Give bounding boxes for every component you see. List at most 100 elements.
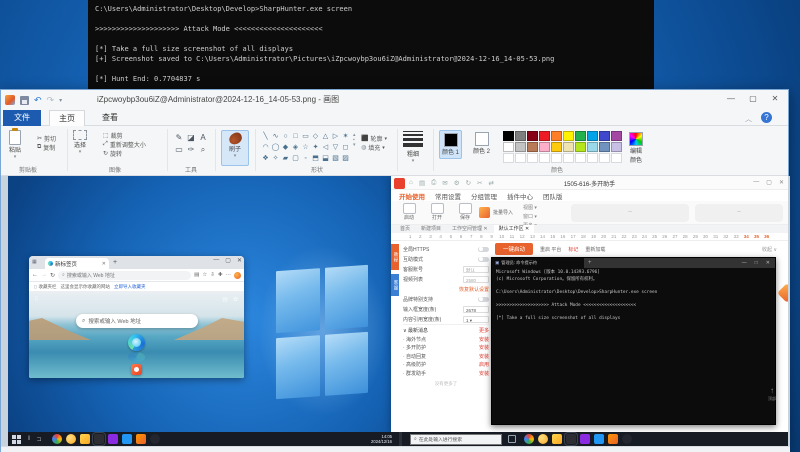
plugin-action-link[interactable]: 启用 bbox=[479, 361, 489, 368]
palette-color[interactable] bbox=[599, 131, 610, 141]
app-menu-item[interactable]: 开始使用 bbox=[399, 191, 425, 201]
terminal-minimize-button[interactable]: — bbox=[742, 260, 747, 266]
shape-icon[interactable]: ◁ bbox=[321, 142, 330, 153]
tab-file[interactable]: 文件 bbox=[3, 110, 41, 126]
close-button[interactable]: ✕ bbox=[764, 90, 786, 108]
tool-icon-4[interactable]: ✑ bbox=[185, 144, 197, 156]
app-ribbon-button[interactable]: 启动 bbox=[397, 203, 421, 221]
toggle-switch[interactable] bbox=[478, 247, 489, 252]
shape-icon[interactable]: ╲ bbox=[261, 131, 270, 142]
paste-button[interactable]: 粘贴 ▾ bbox=[9, 130, 21, 160]
edge-close-button[interactable]: ✕ bbox=[237, 257, 242, 264]
maximize-button[interactable]: ▢ bbox=[742, 90, 764, 108]
shape-icon[interactable]: ❖ bbox=[261, 153, 270, 164]
shape-icon[interactable]: ☆ bbox=[301, 142, 310, 153]
rotate-button[interactable]: ↻ 旋转 bbox=[103, 149, 146, 158]
tool-icon-3[interactable]: ▭ bbox=[173, 144, 185, 156]
vscode-icon[interactable] bbox=[122, 434, 132, 444]
help-icon[interactable]: ? bbox=[761, 112, 772, 123]
chrome-icon[interactable] bbox=[524, 434, 534, 444]
tab-view[interactable]: 查看 bbox=[93, 110, 127, 126]
save-icon[interactable] bbox=[20, 96, 29, 105]
shape-icon[interactable]: △ bbox=[321, 131, 330, 142]
palette-color[interactable] bbox=[611, 142, 622, 152]
app-document-tab[interactable]: 工作空间管理 ✕ bbox=[447, 225, 493, 233]
app-menu-item[interactable]: 插件中心 bbox=[507, 191, 533, 201]
plugin-action-link[interactable]: 安装 bbox=[479, 344, 489, 351]
select-button[interactable]: 选择 ▾ bbox=[73, 130, 87, 155]
edge-minimize-button[interactable]: — bbox=[213, 257, 219, 264]
palette-color[interactable] bbox=[515, 142, 526, 152]
edge-toolbar-icon-1[interactable]: ☆ bbox=[202, 272, 207, 278]
palette-color[interactable] bbox=[563, 131, 574, 141]
palette-empty-slot[interactable] bbox=[527, 153, 538, 163]
palette-empty-slot[interactable] bbox=[503, 153, 514, 163]
app-minimize-button[interactable]: — bbox=[753, 179, 759, 186]
shape-icon[interactable]: ▷ bbox=[331, 131, 340, 142]
cut-button[interactable]: ✂ 剪切 bbox=[37, 134, 56, 143]
shape-icon[interactable]: ▽ bbox=[331, 142, 340, 153]
collapse-link[interactable]: 收起 ∨ bbox=[762, 246, 785, 253]
app-document-tab[interactable]: 首页 bbox=[395, 225, 415, 233]
start-button[interactable] bbox=[12, 435, 21, 444]
palette-color[interactable] bbox=[515, 131, 526, 141]
edge-toolbar-icon-0[interactable]: ▤ bbox=[194, 272, 199, 278]
more-link[interactable]: 更多 bbox=[479, 327, 489, 334]
center-search-box[interactable]: ⌕ 搜索或输入 Web 地址 bbox=[76, 314, 198, 328]
shape-icon[interactable]: ◦ bbox=[301, 153, 310, 164]
terminal-maximize-button[interactable]: □ bbox=[755, 260, 758, 266]
app-menu-item[interactable]: 团队版 bbox=[543, 191, 563, 201]
palette-color[interactable] bbox=[551, 142, 562, 152]
chrome-beta-icon[interactable] bbox=[538, 434, 548, 444]
shape-icon[interactable]: □ bbox=[291, 131, 300, 142]
crop-button[interactable]: ⬚ 裁剪 bbox=[103, 131, 146, 140]
address-bar[interactable]: ⌕ 搜索或输入 Web 地址 bbox=[58, 271, 191, 280]
shapes-scroll[interactable]: ▴▪▾ bbox=[353, 133, 356, 148]
shape-icon[interactable]: ◻ bbox=[341, 142, 350, 153]
tab-actions-icon[interactable]: ▦ bbox=[32, 259, 37, 265]
shape-icon[interactable]: ▢ bbox=[291, 153, 300, 164]
plugin-action-link[interactable]: 安装 bbox=[479, 353, 489, 360]
palette-empty-slot[interactable] bbox=[551, 153, 562, 163]
shape-icon[interactable]: ✦ bbox=[311, 142, 320, 153]
shape-outline-button[interactable]: ⬛ 轮廓 ▾ bbox=[361, 134, 387, 143]
shape-fill-button[interactable]: ◍ 填充 ▾ bbox=[361, 143, 387, 152]
terminal-close-button[interactable]: ✕ bbox=[766, 260, 770, 266]
shape-icon[interactable]: ⬓ bbox=[321, 153, 330, 164]
tab-close-icon[interactable]: ✕ bbox=[102, 261, 106, 267]
shape-icon[interactable]: ◇ bbox=[311, 131, 320, 142]
console-window[interactable]: C:\Users\Administrator\Desktop\Develop>S… bbox=[88, 0, 654, 89]
palette-empty-slot[interactable] bbox=[563, 153, 574, 163]
app-ribbon-dropdown[interactable]: 视图 ▾ bbox=[523, 204, 537, 211]
shape-icon[interactable]: ⬒ bbox=[311, 153, 320, 164]
redo-icon[interactable]: ↷ bbox=[47, 95, 55, 106]
edge-dev-icon[interactable] bbox=[150, 434, 160, 444]
page-layout-icon[interactable]: ⠿ bbox=[34, 296, 38, 303]
paint-canvas-area[interactable]: ▦ 新标签页 ✕ + — ▢ ✕ bbox=[1, 176, 790, 446]
chrome-icon[interactable] bbox=[52, 434, 62, 444]
color1-button[interactable]: 颜色 1 bbox=[439, 130, 462, 159]
app-ribbon-dropdown[interactable]: 窗口 ▾ bbox=[523, 213, 537, 220]
terminal-tab[interactable]: ▣ 管理员: 命令提示符 bbox=[492, 258, 584, 268]
setting-value[interactable]: 1 ▾ bbox=[463, 316, 489, 323]
taskbar-search-box[interactable]: ⌕ 在此处输入进行搜索 bbox=[410, 434, 502, 445]
setting-value[interactable]: 2678 bbox=[463, 306, 489, 313]
palette-color[interactable] bbox=[599, 142, 610, 152]
paint-app-icon[interactable] bbox=[5, 95, 15, 105]
shape-icon[interactable]: ▧ bbox=[331, 153, 340, 164]
shape-icon[interactable]: ✶ bbox=[341, 131, 350, 142]
shape-icon[interactable]: ▨ bbox=[341, 153, 350, 164]
task-view-icon[interactable]: ⊐ bbox=[36, 436, 41, 443]
app-titlebar[interactable]: ⌂▤⎙✉⚙↻✂⇄ 1505-616-多开助手 — ▢ ✕ bbox=[391, 176, 788, 190]
terminal-icon[interactable] bbox=[566, 434, 576, 444]
palette-empty-slot[interactable] bbox=[611, 153, 622, 163]
plugin-action-link[interactable]: 安装 bbox=[479, 370, 489, 377]
new-tab-button[interactable]: + bbox=[113, 259, 117, 266]
shape-icon[interactable]: ▭ bbox=[301, 131, 310, 142]
app-ribbon-button[interactable]: 打开 bbox=[425, 203, 449, 221]
palette-empty-slot[interactable] bbox=[587, 153, 598, 163]
file-explorer-icon[interactable] bbox=[80, 434, 90, 444]
palette-empty-slot[interactable] bbox=[539, 153, 550, 163]
palette-color[interactable] bbox=[575, 131, 586, 141]
brushes-button[interactable]: 刷子 ▾ bbox=[221, 130, 249, 166]
